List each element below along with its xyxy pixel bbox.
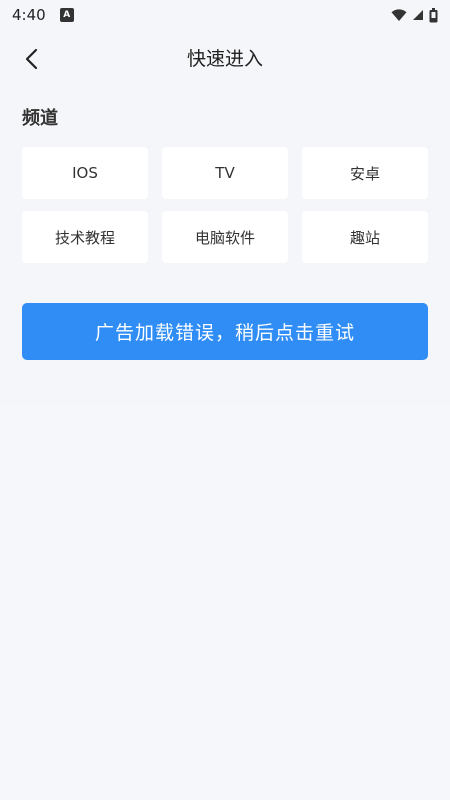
signal-icon xyxy=(413,10,423,20)
channel-item-fun-sites[interactable]: 趣站 xyxy=(302,211,428,263)
channel-grid: IOS TV 安卓 技术教程 电脑软件 趣站 xyxy=(22,147,428,263)
ad-retry-button[interactable]: 广告加载错误，稍后点击重试 xyxy=(22,303,428,360)
battery-icon xyxy=(429,7,438,22)
status-bar: 4:40 A xyxy=(0,0,450,30)
channel-item-pc-software[interactable]: 电脑软件 xyxy=(162,211,288,263)
a-badge-icon: A xyxy=(59,8,74,22)
channel-item-ios[interactable]: IOS xyxy=(22,147,148,199)
section-title-channels: 频道 xyxy=(22,108,58,129)
page-title: 快速进入 xyxy=(186,48,263,70)
channel-item-android[interactable]: 安卓 xyxy=(302,147,428,199)
wifi-icon xyxy=(391,9,407,21)
status-time: 4:40 xyxy=(12,6,46,24)
header: 快速进入 xyxy=(0,34,450,84)
status-left: 4:40 A xyxy=(12,6,74,24)
channel-item-tv[interactable]: TV xyxy=(162,147,288,199)
empty-content-area xyxy=(0,405,450,800)
status-right xyxy=(391,7,438,23)
channel-item-tutorials[interactable]: 技术教程 xyxy=(22,211,148,263)
